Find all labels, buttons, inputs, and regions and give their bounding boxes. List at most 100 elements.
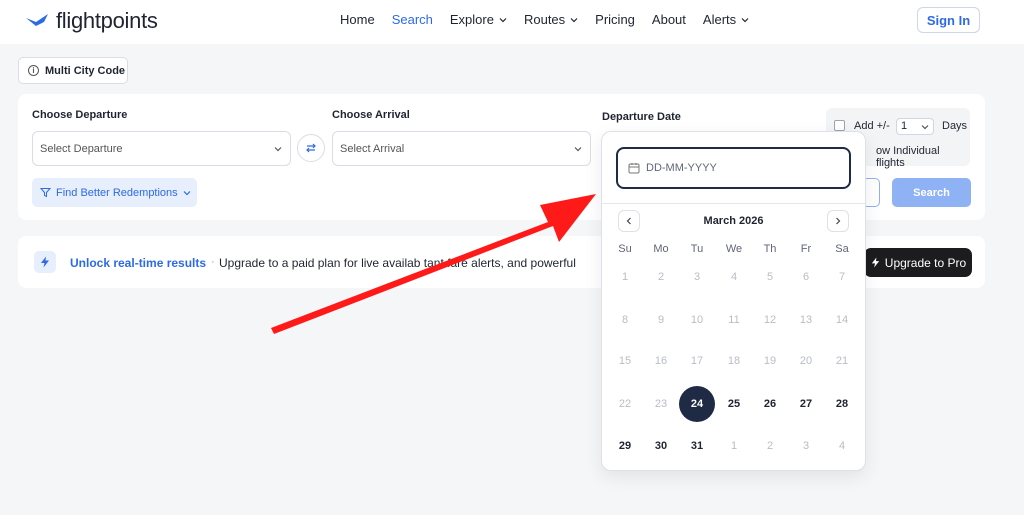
search-button[interactable]: Search <box>892 178 971 207</box>
sign-in-button[interactable]: Sign In <box>917 7 980 33</box>
weekday-label: Fr <box>800 243 812 255</box>
weekday-label: Sa <box>835 243 849 255</box>
add-days-checkbox[interactable] <box>834 120 845 131</box>
logo-text: flightpoints <box>56 8 158 33</box>
lightning-icon <box>871 257 879 268</box>
multi-city-label: Multi City Code <box>45 64 126 77</box>
find-better-redemptions-button[interactable]: Find Better Redemptions <box>32 178 197 207</box>
day-cell[interactable]: 31 <box>682 440 712 452</box>
date-picker-popover: DD-MM-YYYY March 2026 Su Mo Tu We Th Fr Sa 1 2 3 4… <box>601 131 866 471</box>
chevron-right-icon <box>836 217 841 225</box>
day-cell: 16 <box>654 355 668 367</box>
day-cell: 19 <box>763 355 777 367</box>
day-cell: 20 <box>799 355 813 367</box>
multi-city-code-button[interactable]: i Multi City Code <box>18 57 128 84</box>
next-month-button[interactable] <box>827 210 849 232</box>
chevron-down-icon <box>570 17 578 22</box>
filter-icon <box>40 188 51 198</box>
day-cell: 6 <box>802 271 810 283</box>
nav-search-label: Search <box>391 12 433 27</box>
nav-pricing[interactable]: Pricing <box>595 12 635 27</box>
nav-about[interactable]: About <box>652 12 686 27</box>
nav-search[interactable]: Search <box>392 12 433 27</box>
date-placeholder: DD-MM-YYYY <box>646 162 717 174</box>
divider <box>602 203 865 204</box>
day-cell: 14 <box>835 314 849 326</box>
nav-explore-label: Explore <box>449 12 494 27</box>
chevron-down-icon <box>499 17 507 22</box>
day-cell: 1 <box>730 440 738 452</box>
bolt-badge <box>34 251 56 273</box>
day-cell[interactable]: 30 <box>646 440 676 452</box>
show-individual-flights-label[interactable]: ow Individual flights <box>876 145 970 169</box>
day-cell[interactable]: 29 <box>610 440 640 452</box>
arrival-label: Choose Arrival <box>332 109 410 121</box>
nav-alerts-label: Alerts <box>702 12 737 27</box>
banner-title[interactable]: Unlock real-time results <box>70 256 206 270</box>
nav-about-label: About <box>651 12 686 27</box>
swap-icon <box>306 143 316 153</box>
banner-text: Upgrade to a paid plan for live availab … <box>219 256 576 270</box>
chevron-down-icon <box>183 190 191 195</box>
nav-alerts[interactable]: Alerts <box>703 12 749 27</box>
weekday-label: Th <box>763 243 777 255</box>
day-cell[interactable]: 25 <box>719 398 749 410</box>
info-icon: i <box>28 65 39 76</box>
weekday-label: Tu <box>690 243 704 255</box>
day-cell: 7 <box>838 271 846 283</box>
nav-pricing-label: Pricing <box>595 12 635 27</box>
chevron-down-icon <box>274 147 282 152</box>
days-select[interactable]: 1 <box>896 118 934 135</box>
date-input[interactable]: DD-MM-YYYY <box>616 147 851 189</box>
day-cell: 8 <box>621 314 629 326</box>
main-nav: Home Search Explore Routes Pricing About… <box>340 12 749 27</box>
departure-label: Choose Departure <box>32 109 128 121</box>
day-cell: 9 <box>657 314 665 326</box>
swap-airports-button[interactable] <box>297 134 325 162</box>
days-value: 1 <box>901 120 908 132</box>
chevron-down-icon <box>741 17 749 22</box>
weekday-label: Su <box>618 243 632 255</box>
chevron-down-icon <box>574 147 582 152</box>
arrival-placeholder: Select Arrival <box>340 142 405 155</box>
logo[interactable]: flightpoints <box>24 8 158 34</box>
plane-logo-icon <box>26 14 48 26</box>
arrival-select[interactable]: Select Arrival <box>332 131 591 166</box>
day-cell: 17 <box>690 355 704 367</box>
day-cell: 2 <box>766 440 774 452</box>
day-cell[interactable]: 28 <box>827 398 857 410</box>
day-cell-selected[interactable]: 24 <box>679 386 715 422</box>
banner-separator: · <box>211 256 215 268</box>
nav-routes[interactable]: Routes <box>524 12 578 27</box>
day-cell: 5 <box>766 271 774 283</box>
day-cell: 3 <box>802 440 810 452</box>
top-header: flightpoints Home Search Explore Routes … <box>0 0 1024 44</box>
day-cell: 1 <box>621 271 629 283</box>
weekday-label: We <box>725 243 743 255</box>
day-cell: 22 <box>618 398 632 410</box>
nav-explore[interactable]: Explore <box>450 12 507 27</box>
day-cell: 3 <box>693 271 701 283</box>
day-cell: 13 <box>799 314 813 326</box>
calendar-icon <box>628 163 640 174</box>
nav-home-label: Home <box>340 12 375 27</box>
day-cell[interactable]: 26 <box>755 398 785 410</box>
lightning-icon <box>41 256 49 268</box>
day-cell: 15 <box>618 355 632 367</box>
weekday-label: Mo <box>653 243 669 255</box>
upgrade-label: Upgrade to Pro <box>884 255 967 270</box>
day-cell[interactable]: 27 <box>791 398 821 410</box>
upgrade-to-pro-button[interactable]: Upgrade to Pro <box>864 248 972 277</box>
month-title: March 2026 <box>703 215 764 227</box>
day-cell: 11 <box>728 314 740 326</box>
day-cell: 10 <box>690 314 704 326</box>
day-cell: 2 <box>657 271 665 283</box>
chevron-down-icon <box>921 125 929 130</box>
days-label: Days <box>942 120 968 132</box>
nav-home[interactable]: Home <box>340 12 375 27</box>
day-cell: 21 <box>835 355 849 367</box>
departure-select[interactable]: Select Departure <box>32 131 291 166</box>
day-cell: 18 <box>727 355 741 367</box>
nav-routes-label: Routes <box>523 12 566 27</box>
day-cell: 23 <box>654 398 668 410</box>
